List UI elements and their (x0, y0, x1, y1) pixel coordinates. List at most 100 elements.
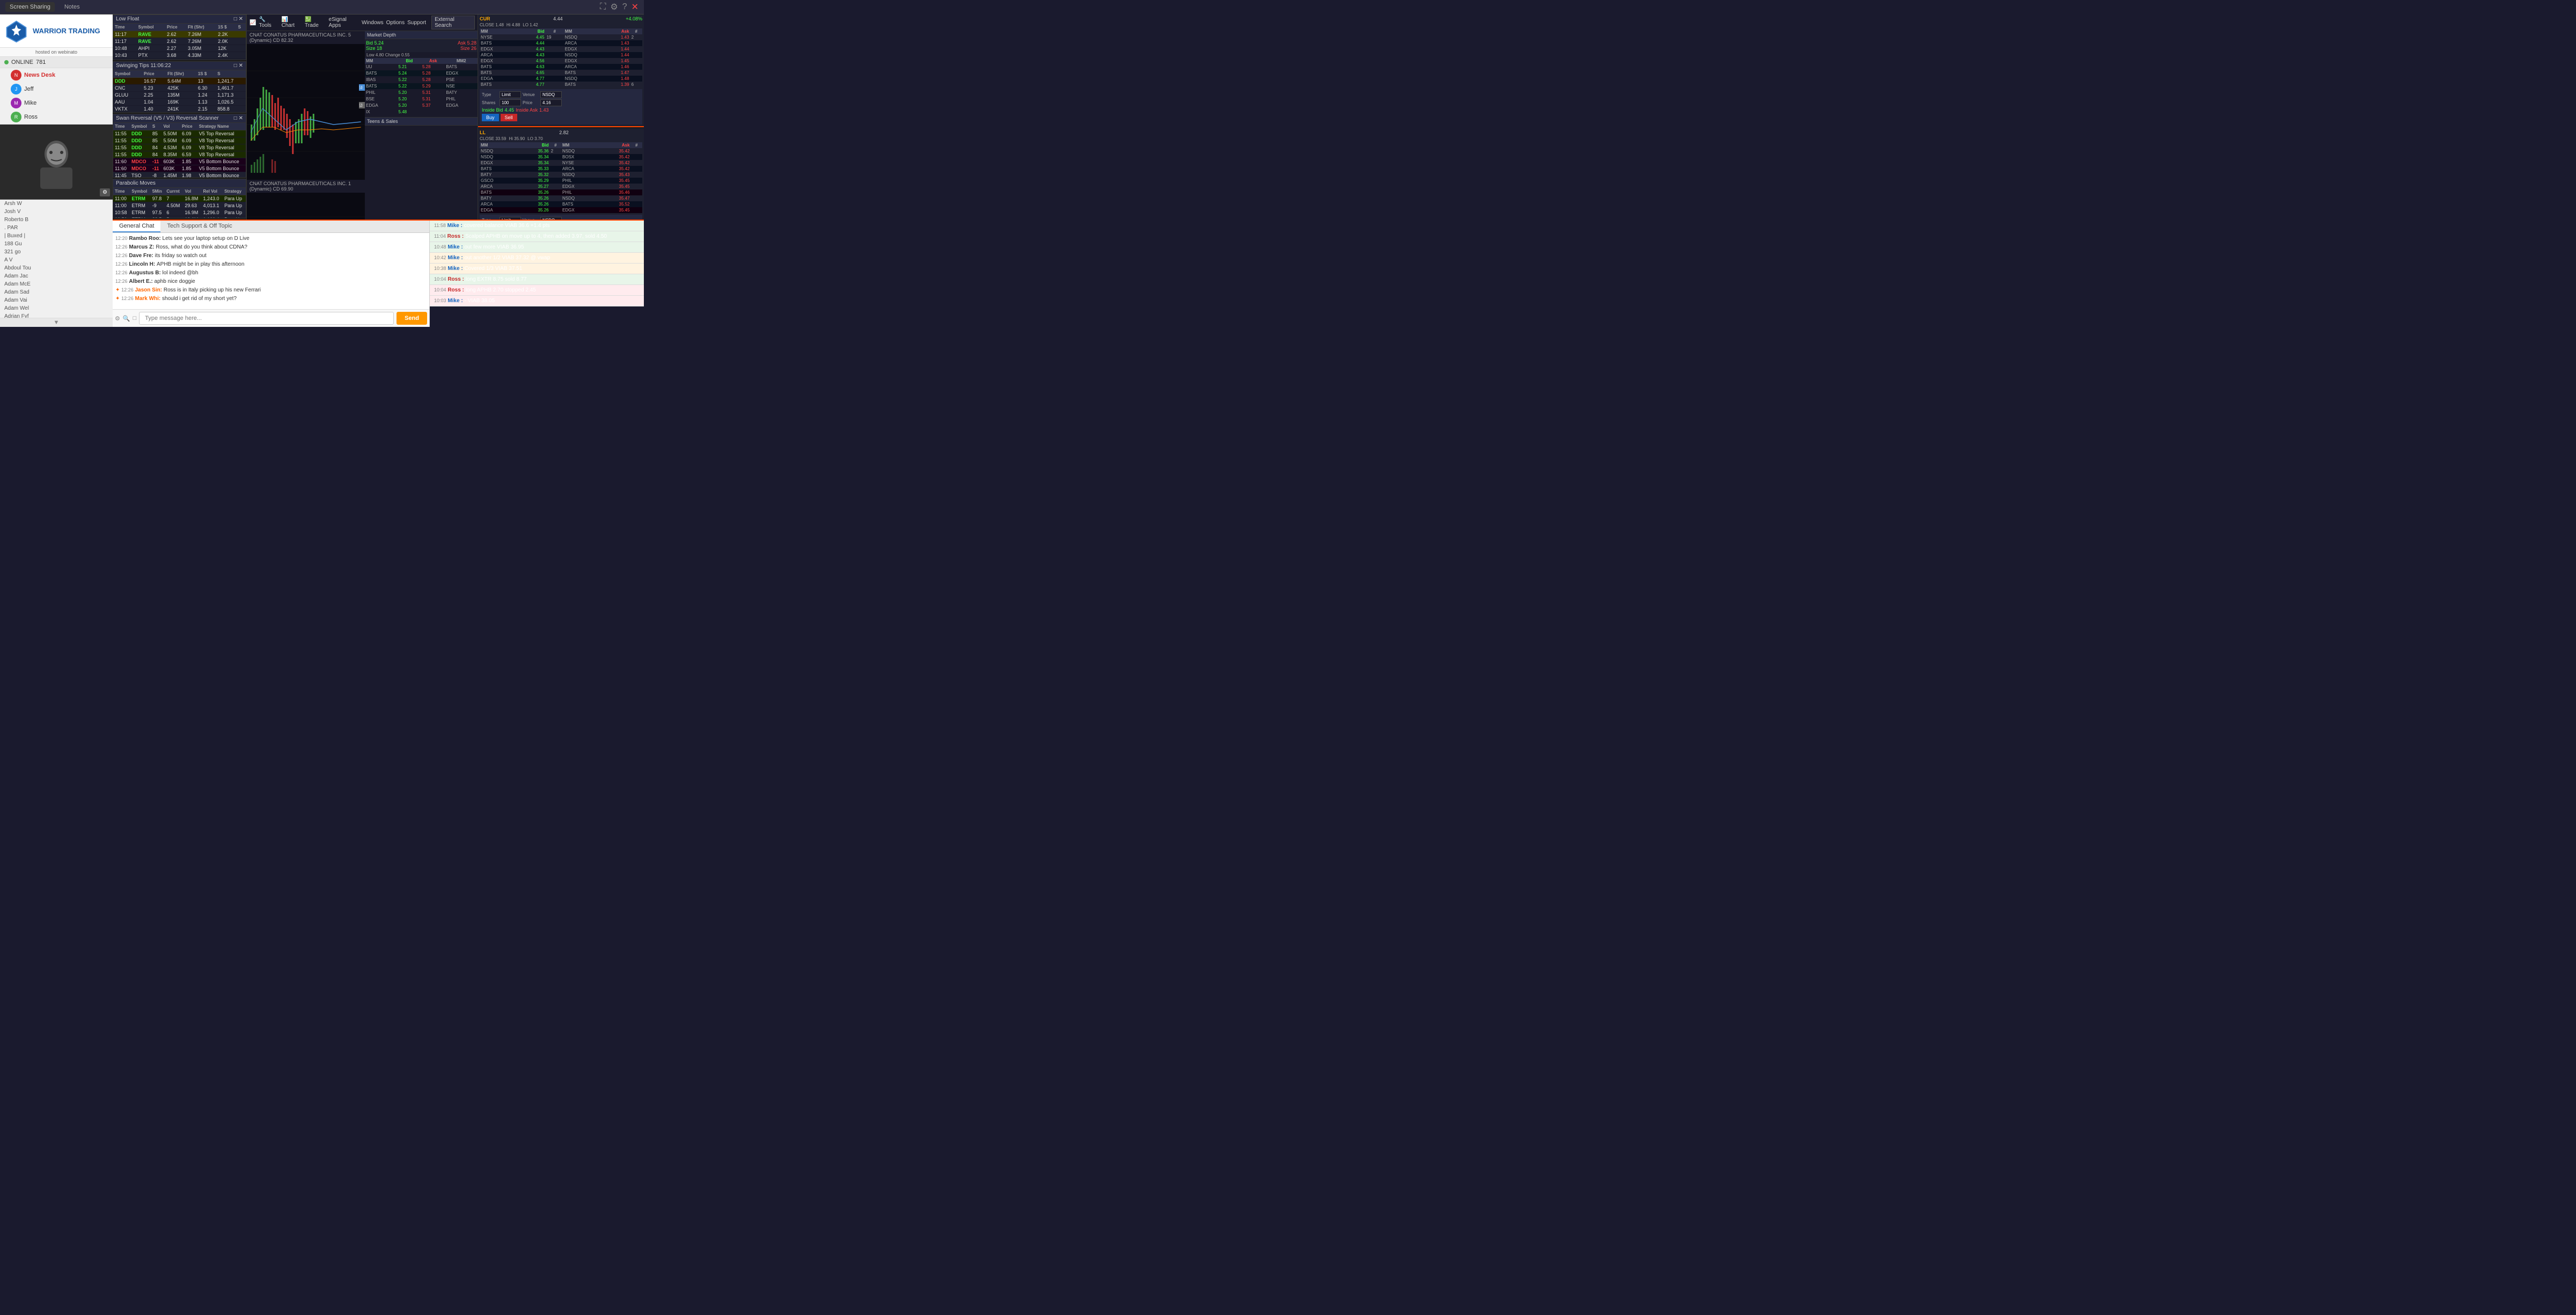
swing-tip-controls[interactable]: □ ✕ (234, 63, 243, 69)
table-row: BATY35.32 NSDQ35.43 (480, 172, 642, 178)
contact-buxed[interactable]: | Buxed | (0, 232, 113, 240)
chat-msg-1: 12:20 Rambo Roo: Lets see your laptop se… (115, 235, 427, 243)
moderator-ross[interactable]: R Ross (0, 110, 113, 124)
send-button[interactable]: Send (397, 312, 427, 325)
ll-close: CLOSE 33.59 (480, 136, 506, 141)
low-float-controls[interactable]: □ ✕ (234, 16, 243, 22)
chart-trade-btn[interactable]: 💹 Trade (305, 17, 326, 28)
order-shares-input[interactable] (500, 99, 521, 106)
table-row[interactable]: 11:55DDD844.53M6.09V8 Top Reversal (113, 144, 246, 151)
table-row[interactable]: DDD16.575.64M131,241.7 (113, 77, 246, 84)
table-row[interactable]: 10:36SCON1.272.39M2.9K (113, 59, 246, 60)
contact-321go[interactable]: 321 go (0, 248, 113, 256)
table-row: BATS4.77 BATS1.396 (480, 82, 642, 87)
parabolic-header: Parabolic Moves (113, 179, 246, 188)
moderator-mike[interactable]: M Mike (0, 96, 113, 110)
contact-abdoul[interactable]: Abdoul Tou (0, 264, 113, 272)
table-row[interactable]: 11:00ETRM97.8716.8M1,243.0Para Up (113, 195, 246, 202)
chart-options-btn[interactable]: Options (386, 20, 405, 26)
chart-new-btn[interactable]: 📈 (249, 20, 256, 26)
table-row[interactable]: 11:60MDCO-11603K1.85V5 Bottom Bounce (113, 158, 246, 165)
table-row[interactable]: 11:55DDD848.35M6.59V8 Top Reversal (113, 151, 246, 158)
table-row[interactable]: 11:55DDD855.50M6.09V5 Top Reversal (113, 130, 246, 137)
col-s2: S (237, 24, 246, 31)
window-controls[interactable]: ⛶ ⚙ ? ✕ (600, 2, 639, 12)
scroll-down-arrow[interactable]: ▼ (0, 318, 113, 327)
table-row[interactable]: VKTX1.40241K2.15858.8 (113, 105, 246, 112)
table-row[interactable]: 11:17RAVE2.627.26M2.2K (113, 31, 246, 38)
sell-button-cur[interactable]: Sell (501, 114, 517, 121)
contact-par[interactable]: . PAR (0, 224, 113, 232)
chat-search-icon[interactable]: 🔍 (123, 315, 130, 322)
close-icon[interactable]: ✕ (632, 2, 639, 12)
webcam-controls[interactable]: ⚙ (100, 188, 110, 196)
chart2-ticker-label: CNAT CONATUS PHARMACEUTICALS INC. 1 (Dyn… (247, 180, 365, 193)
table-row[interactable]: 10:56ETRM88.5513.6M1,166.4Para Up (113, 216, 246, 218)
chart-support-btn[interactable]: Support (407, 20, 426, 26)
order-type-input[interactable] (500, 91, 521, 98)
table-row[interactable]: 11:45TSO-81.45M1.98V5 Bottom Bounce (113, 172, 246, 178)
table-row[interactable]: CNC5.23425K6.301,461.7 (113, 84, 246, 91)
bid-size: 18 (377, 46, 382, 51)
chart-search-input[interactable]: External Search (431, 16, 475, 30)
table-row: GSCO35.29 PHIL35.45 (480, 178, 642, 184)
contact-adam-sad[interactable]: Adam Sad (0, 288, 113, 296)
ll-hi: Hi 35.90 (509, 136, 525, 141)
avatar-mike: M (11, 98, 21, 108)
buy-button-cur[interactable]: Buy (482, 114, 499, 121)
order-price-input[interactable] (540, 99, 562, 106)
contact-188gu[interactable]: 188 Gu (0, 240, 113, 248)
table-row[interactable]: 11:60MDCO-11603K1.85V5 Bottom Bounce (113, 165, 246, 172)
chat-image-icon[interactable]: □ (133, 315, 137, 322)
contact-adrian-fyf[interactable]: Adrian Fyf (0, 312, 113, 318)
fullscreen-icon[interactable]: ⛶ (600, 2, 606, 12)
contact-josh-v[interactable]: Josh V (0, 208, 113, 216)
contact-adam-vai[interactable]: Adam Vai (0, 296, 113, 304)
chat-tabs[interactable]: General Chat Tech Support & Off Topic (113, 221, 429, 233)
table-row[interactable]: 11:17RAVE2.627.26M2.0K (113, 38, 246, 45)
table-row[interactable]: GLUU2.25135M1.241,171.3 (113, 91, 246, 98)
contact-av[interactable]: A V (0, 256, 113, 264)
contact-adam-wel[interactable]: Adam Wel (0, 304, 113, 312)
chat-input[interactable] (139, 312, 394, 325)
webcam-settings-btn[interactable]: ⚙ (100, 188, 110, 196)
order-venue-input[interactable] (540, 91, 562, 98)
chart-tools-btn[interactable]: 🔧 Tools (259, 17, 278, 28)
help-icon[interactable]: ? (622, 2, 627, 12)
table-row[interactable]: AAU1.04169K1.131,026.5 (113, 98, 246, 105)
chart-chart-btn[interactable]: 📊 Chart (282, 17, 302, 28)
mod-name-jeff: Jeff (24, 86, 34, 92)
gear-icon[interactable]: ⚙ (610, 2, 618, 12)
table-row: BSE 5.20 5.31 PHIL (365, 96, 478, 103)
chat-tab-general[interactable]: General Chat (113, 221, 160, 232)
online-label: ONLINE (11, 59, 33, 65)
inside-ask-value: 1.43 (539, 107, 549, 113)
table-row: EDGX4.43 EDGX1.44 (480, 46, 642, 52)
moderator-news-desk[interactable]: N News Desk (0, 68, 113, 82)
contact-arsh-w[interactable]: Arsh W (0, 200, 113, 208)
table-row[interactable]: ATNM1.0445K1.3885.4 (113, 112, 246, 113)
tab-screen-sharing[interactable]: Screen Sharing (5, 2, 55, 12)
contact-list: Arsh W Josh V Roberto B . PAR | Buxed | … (0, 200, 113, 318)
table-row[interactable]: 11:55DDD855.50M6.09V8 Top Reversal (113, 137, 246, 144)
table-row[interactable]: 11:00ETRM-94.50M29.634,013.1Para Up (113, 202, 246, 209)
table-row: ARCA4.43 NSDQ1.44 (480, 52, 642, 58)
chat-settings-icon[interactable]: ⚙ (115, 315, 120, 322)
table-row[interactable]: 10:58ETRM97.5616.9M1,296.0Para Up (113, 209, 246, 216)
chart-esignal-btn[interactable]: eSignal Apps (329, 17, 359, 28)
tab-notes[interactable]: Notes (60, 2, 84, 12)
reversal-controls[interactable]: □ ✕ (234, 115, 243, 121)
cur-lo: LO 1.42 (523, 23, 538, 27)
chat-tab-tech[interactable]: Tech Support & Off Topic (160, 221, 238, 232)
table-row[interactable]: 10:43PTX3.684.33M2.4K (113, 52, 246, 59)
cur-change: +4.08% (626, 16, 642, 21)
window-tabs[interactable]: Screen Sharing Notes (5, 2, 84, 12)
moderators-group: N News Desk J Jeff M Mike R Ross (0, 68, 113, 125)
contact-adam-mce[interactable]: Adam McE (0, 280, 113, 288)
chart-toolbar[interactable]: 📈 🔧 Tools 📊 Chart 💹 Trade eSignal Apps W… (247, 14, 478, 31)
chart-windows-btn[interactable]: Windows (362, 20, 384, 26)
moderator-jeff[interactable]: J Jeff (0, 82, 113, 96)
table-row[interactable]: 10:48AHPI2.273.05M12K (113, 45, 246, 52)
contact-adam-jac[interactable]: Adam Jac (0, 272, 113, 280)
contact-roberto-b[interactable]: Roberto B (0, 216, 113, 224)
